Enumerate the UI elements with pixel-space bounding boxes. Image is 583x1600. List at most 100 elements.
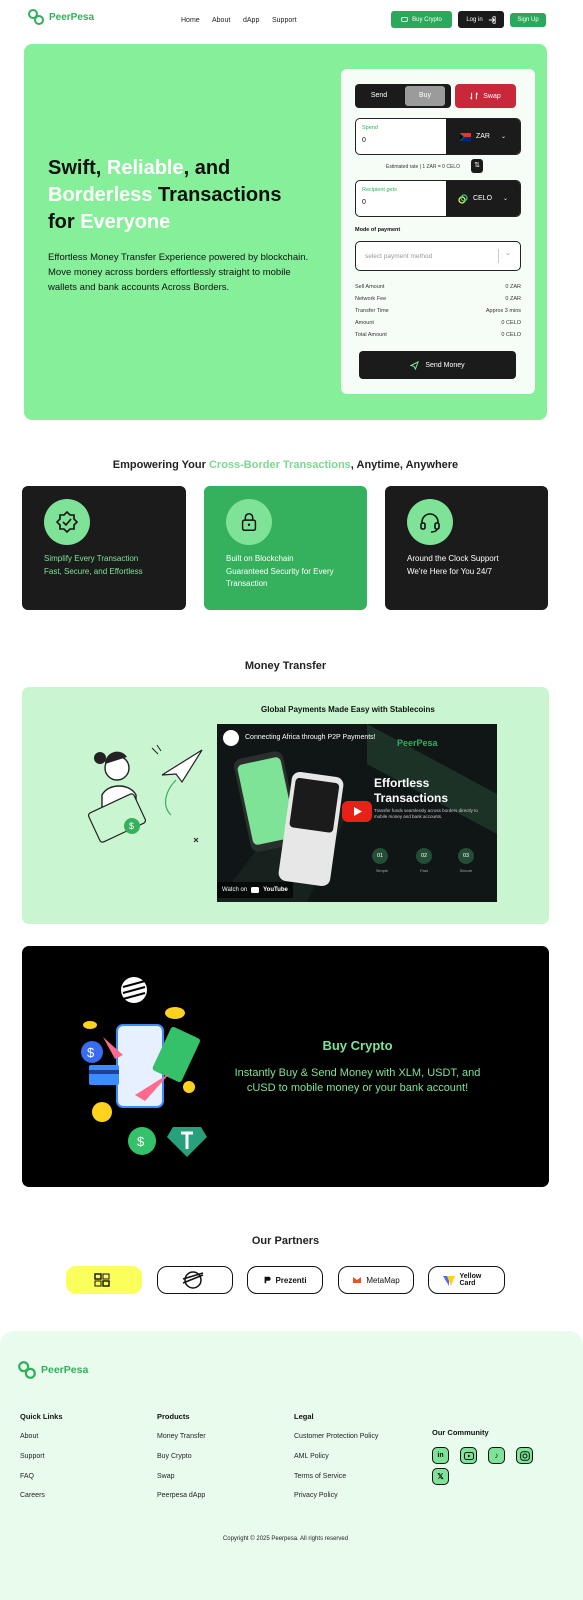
youtube-icon[interactable] — [460, 1447, 477, 1464]
x-icon[interactable]: 𝕏 — [432, 1468, 449, 1485]
payment-select[interactable]: select payment method ⌄ — [355, 241, 521, 271]
payment-placeholder: select payment method — [365, 253, 433, 260]
recipient-field[interactable]: Recipient gets 0 CELO ⌄ — [355, 180, 521, 217]
partner-stellar[interactable] — [157, 1266, 233, 1294]
metamap-logo-icon — [353, 1277, 362, 1283]
video-player[interactable]: Connecting Africa through P2P Payments! … — [217, 724, 497, 902]
footer-link-customer-protection[interactable]: Customer Protection Policy — [294, 1433, 378, 1440]
brand-name: PeerPesa — [49, 11, 95, 23]
copyright: Copyright © 2025 Peerpesa. All rights re… — [222, 1536, 349, 1542]
nav-dapp[interactable]: dApp — [243, 17, 259, 24]
nav-support[interactable]: Support — [272, 17, 297, 24]
buy-crypto-text: Instantly Buy & Send Money with XLM, USD… — [234, 1067, 481, 1094]
feature-text: Simplify Every Transaction Fast, Secure, … — [44, 554, 143, 576]
send-icon — [410, 360, 420, 370]
footer-link-support[interactable]: Support — [20, 1453, 45, 1460]
chevron-down-icon: ⌄ — [503, 196, 509, 202]
footer-logo[interactable]: PeerPesa — [17, 1360, 88, 1380]
watch-on-label: Watch on — [222, 887, 248, 893]
celo-icon — [458, 193, 468, 204]
feature-card-support: Around the Clock Support We're Here for Y… — [385, 486, 548, 610]
swap-icon — [470, 92, 479, 100]
signup-button[interactable]: Sign Up — [510, 13, 546, 27]
watch-on-youtube[interactable]: Watch on YouTube — [217, 882, 293, 898]
svg-text:$: $ — [137, 1134, 145, 1149]
footer-link-faq[interactable]: FAQ — [20, 1473, 34, 1480]
footer-link-buy-crypto[interactable]: Buy Crypto — [157, 1453, 192, 1460]
summary-list: Sell Amount 0 ZAR Network Fee 0 ZAR Transf… — [355, 284, 521, 344]
footer-link-terms[interactable]: Terms of Service — [294, 1473, 346, 1480]
send-money-button[interactable]: Send Money — [359, 351, 516, 379]
linkedin-icon[interactable]: in — [432, 1447, 449, 1464]
instagram-icon[interactable] — [516, 1447, 533, 1464]
partner-metamap[interactable]: MetaMap — [338, 1266, 414, 1294]
video-headline: Effortless Transactions — [374, 776, 449, 805]
card-icon — [401, 16, 408, 23]
features-title: Empowering Your Cross-Border Transaction… — [112, 459, 459, 471]
step-label: Secure — [459, 868, 473, 873]
swap-label: Swap — [483, 92, 501, 100]
feature-text: Built on Blockchain Guaranteed Security f… — [226, 554, 334, 588]
partner-metamap-label: MetaMap — [366, 1275, 400, 1285]
send-money-label: Send Money — [425, 361, 465, 369]
footer-link-swap[interactable]: Swap — [157, 1473, 175, 1480]
summary-row: Transfer Time Approx 3 mins — [355, 308, 521, 314]
youtube-logo-icon — [251, 887, 260, 893]
footer-link-aml[interactable]: AML Policy — [294, 1453, 329, 1460]
partner-prezenti-label: Prezenti — [275, 1275, 307, 1285]
spend-currency-select[interactable]: ZAR ⌄ — [446, 119, 520, 154]
estimated-rate: Estimated rate | 1 ZAR = 0 CELO — [386, 164, 460, 170]
crypto-illustration: $ $ — [81, 977, 207, 1157]
buy-crypto-button[interactable]: Buy Crypto — [391, 11, 452, 28]
partner-celo[interactable] — [66, 1266, 142, 1294]
tab-buy[interactable]: Buy — [405, 86, 445, 106]
footer-col-title: Quick Links — [20, 1412, 63, 1421]
tiktok-icon[interactable]: ♪ — [488, 1447, 505, 1464]
feature-card-blockchain: Built on Blockchain Guaranteed Security f… — [204, 486, 367, 610]
south-africa-flag-icon — [459, 132, 471, 141]
nav-home[interactable]: Home — [181, 17, 200, 24]
swap-button[interactable]: Swap — [455, 84, 516, 108]
footer-link-dapp[interactable]: Peerpesa dApp — [157, 1492, 205, 1499]
footer-link-money-transfer[interactable]: Money Transfer — [157, 1433, 206, 1440]
footer-link-careers[interactable]: Careers — [20, 1492, 45, 1499]
tab-send[interactable]: Send — [357, 86, 401, 106]
select-divider — [498, 249, 499, 263]
peerpesa-logo-icon — [28, 9, 44, 25]
person-money-illustration: $ — [87, 744, 203, 843]
recipient-currency-select[interactable]: CELO ⌄ — [446, 181, 520, 216]
login-arrow-icon — [488, 15, 496, 24]
brand-logo[interactable]: PeerPesa — [27, 8, 94, 26]
chevron-down-icon: ⌄ — [500, 134, 507, 140]
video-title[interactable]: Connecting Africa through P2P Payments! — [245, 734, 415, 741]
footer-col-title: Products — [157, 1412, 190, 1421]
play-button[interactable] — [342, 801, 372, 822]
play-icon — [354, 807, 362, 816]
step-label: Fast — [420, 868, 428, 873]
celo-logo-icon — [94, 1273, 110, 1287]
footer-link-about[interactable]: About — [20, 1433, 38, 1440]
partner-yellowcard[interactable]: Yellow Card — [428, 1266, 505, 1294]
partner-yellowcard-label: Yellow Card — [459, 1273, 482, 1287]
login-button[interactable]: Log in — [458, 11, 504, 28]
youtube-label: YouTube — [263, 887, 288, 893]
spend-input[interactable]: 0 — [362, 137, 440, 144]
money-transfer-subtitle: Global Payments Made Easy with Stablecoi… — [261, 705, 435, 714]
swap-arrows-icon[interactable]: ⇅ — [471, 159, 483, 173]
peerpesa-logo-icon — [18, 1361, 36, 1379]
partner-prezenti[interactable]: Prezenti — [247, 1266, 323, 1294]
spend-field[interactable]: Spend 0 ZAR ⌄ — [355, 118, 521, 155]
community-title: Our Community — [432, 1428, 489, 1437]
money-transfer-title: Money Transfer — [244, 660, 327, 672]
hero-title: Swift, Reliable, and Borderless Transact… — [48, 157, 282, 233]
hero-subtitle: Effortless Money Transfer Experience pow… — [48, 252, 309, 293]
recipient-input[interactable]: 0 — [362, 199, 440, 206]
recipient-currency: CELO — [472, 195, 493, 202]
footer-link-privacy[interactable]: Privacy Policy — [294, 1492, 338, 1499]
step-badge: 02 — [416, 848, 432, 864]
partners-title: Our Partners — [251, 1235, 320, 1247]
nav-about[interactable]: About — [212, 17, 230, 24]
prezenti-logo-icon — [265, 1276, 272, 1284]
step-badge: 03 — [458, 848, 474, 864]
svg-text:$: $ — [87, 1045, 95, 1060]
